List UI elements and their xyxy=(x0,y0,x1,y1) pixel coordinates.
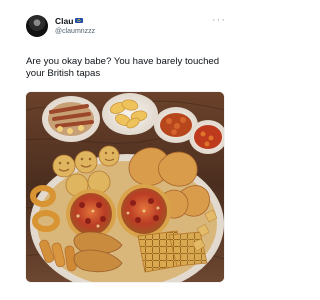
eu-flag-icon xyxy=(75,18,84,23)
tweet-header: Clau @claumnzzz ··· xyxy=(26,14,226,42)
tweet-card: Clau @claumnzzz ··· Are you okay babe? Y… xyxy=(0,0,250,300)
tweet-text: Are you okay babe? You have barely touch… xyxy=(26,56,220,79)
author-info[interactable]: Clau @claumnzzz xyxy=(55,16,95,37)
author-name[interactable]: Clau xyxy=(55,16,73,26)
tweet-photo[interactable] xyxy=(26,92,224,282)
author-handle[interactable]: @claumnzzz xyxy=(55,27,95,37)
author-avatar[interactable] xyxy=(26,15,48,37)
author-name-row[interactable]: Clau xyxy=(55,16,95,26)
more-horizontal-icon[interactable]: ··· xyxy=(212,15,226,26)
